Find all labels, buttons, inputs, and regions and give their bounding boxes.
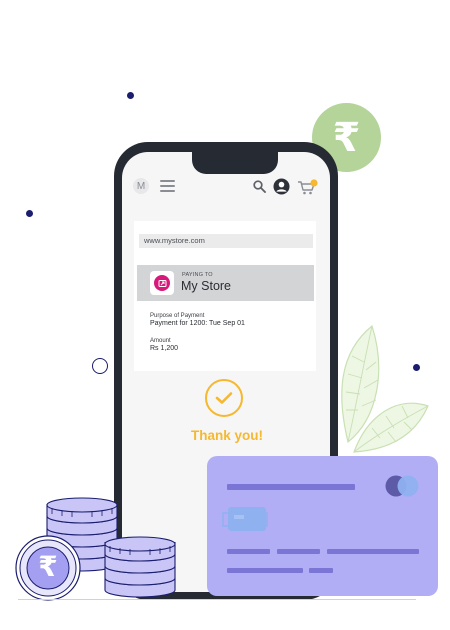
card-chip-icon	[222, 507, 268, 531]
ground-line	[18, 599, 416, 600]
amount-label: Amount	[150, 338, 171, 344]
amount-value: Rs 1,200	[150, 345, 179, 352]
cart-icon[interactable]	[297, 179, 319, 196]
paying-to-label: PAYING TO	[182, 272, 213, 278]
decor-dot	[127, 92, 134, 99]
search-icon[interactable]	[253, 180, 266, 193]
rupee-coin-icon: ₹	[38, 550, 58, 583]
leaf-illustration	[341, 324, 429, 453]
phone-notch	[192, 150, 278, 174]
thank-you-message: Thank you!	[190, 428, 263, 443]
url-bar: www.mystore.com	[139, 234, 313, 248]
success-check-icon	[205, 379, 243, 417]
card-brand-icon	[385, 475, 419, 497]
card-number-line	[277, 549, 320, 554]
site-logo-avatar[interactable]: M	[133, 178, 149, 194]
card-number-line	[327, 549, 419, 554]
purpose-label: Purpose of Payment	[150, 313, 205, 319]
store-logo-icon	[150, 271, 174, 295]
decor-dot	[26, 210, 33, 217]
store-name: My Store	[181, 279, 232, 293]
user-icon[interactable]	[273, 178, 290, 195]
card-expiry-line	[227, 568, 303, 573]
card-name-line	[227, 484, 355, 490]
card-expiry-line	[309, 568, 333, 573]
purpose-value: Payment for 1200: Tue Sep 01	[150, 320, 245, 327]
menu-icon[interactable]	[160, 180, 175, 192]
card-number-line	[227, 549, 270, 554]
decor-ring	[92, 358, 108, 374]
